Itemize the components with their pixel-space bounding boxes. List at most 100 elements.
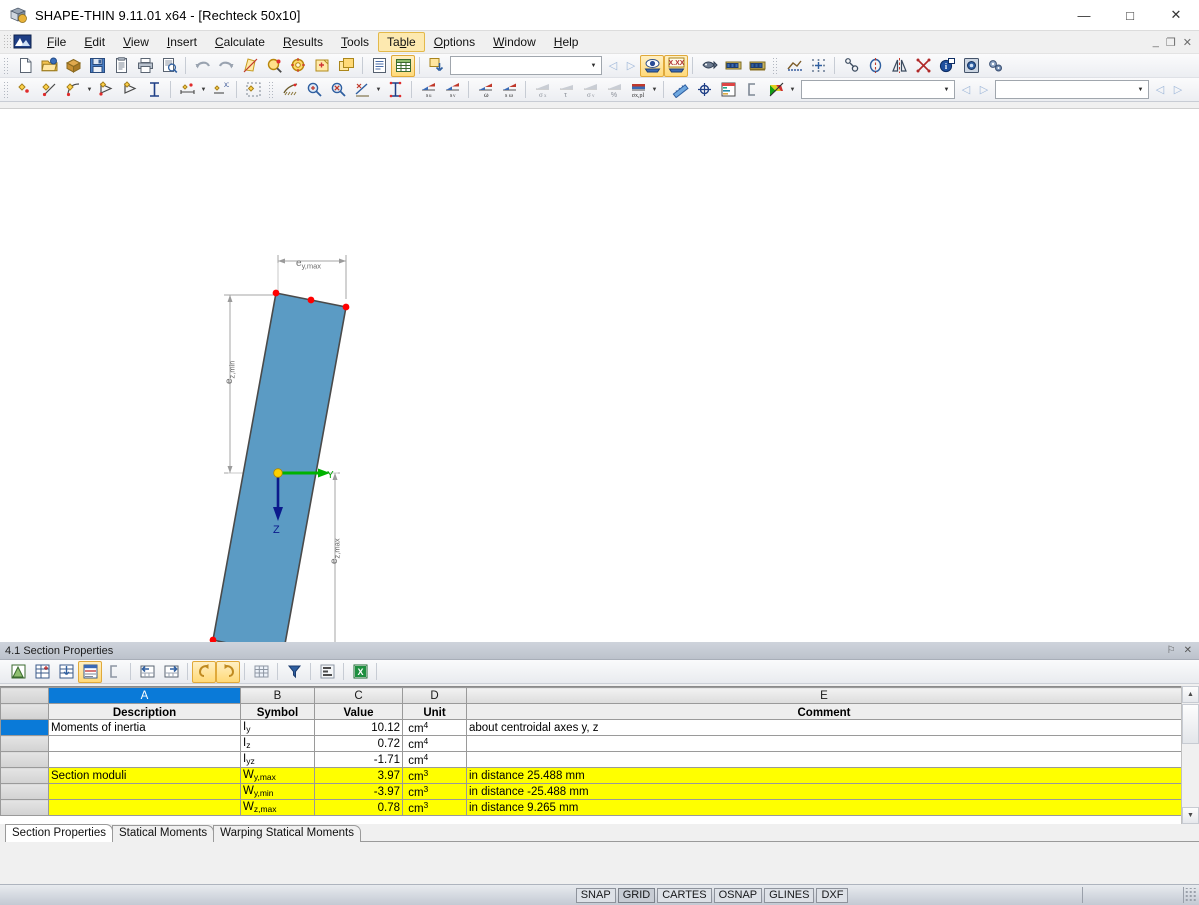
dimension-icon[interactable] <box>175 79 199 101</box>
arc-new-icon[interactable] <box>61 79 85 101</box>
pin-icon[interactable]: ⚐ <box>1167 645 1176 656</box>
menu-item-calculate[interactable]: Calculate <box>206 32 274 52</box>
gears-icon[interactable] <box>983 55 1007 77</box>
render-icon[interactable] <box>721 55 745 77</box>
column-header-d[interactable]: D <box>403 688 467 704</box>
bracket-icon[interactable] <box>740 79 764 101</box>
toolbar-combo-1[interactable]: ▼ <box>450 56 602 75</box>
cell-symbol[interactable]: Iyz <box>241 752 315 768</box>
status-snap[interactable]: SNAP <box>576 888 616 903</box>
cell-value[interactable]: 3.97 <box>315 768 403 784</box>
measure-icon[interactable] <box>383 79 407 101</box>
cell-unit[interactable]: cm3 <box>403 768 467 784</box>
mdi-close-button[interactable]: ✕ <box>1183 36 1192 49</box>
cell-comment[interactable]: in distance 9.265 mm <box>467 800 1182 816</box>
open-project-icon[interactable] <box>61 55 85 77</box>
chevron-down-icon[interactable]: ▼ <box>788 80 797 100</box>
prev-button[interactable]: ◁ <box>957 80 975 100</box>
ruler-icon[interactable] <box>668 79 692 101</box>
cell-description[interactable] <box>49 736 241 752</box>
section-edit-icon[interactable] <box>238 55 262 77</box>
print-preview-list-icon[interactable] <box>109 55 133 77</box>
sv-stress-icon[interactable]: sv <box>440 79 464 101</box>
cell-symbol[interactable]: Wz,max <box>241 800 315 816</box>
mdi-restore-button[interactable]: ❐ <box>1166 36 1176 49</box>
toolbar-grip[interactable] <box>268 81 275 99</box>
menu-grip[interactable] <box>3 34 11 50</box>
grid-view-icon[interactable] <box>249 661 273 683</box>
cell-symbol[interactable]: Wy,max <box>241 768 315 784</box>
mirror-axis-icon[interactable] <box>887 55 911 77</box>
scroll-up-button[interactable]: ▲ <box>1182 686 1199 703</box>
grid-vertical-scrollbar[interactable]: ▲ ▼ <box>1181 686 1199 824</box>
panel-close-icon[interactable]: ✕ <box>1184 645 1192 656</box>
next-button[interactable]: ▷ <box>1169 80 1187 100</box>
table-row[interactable]: Section moduliWy,max3.97 cm3 in distance… <box>1 768 1182 784</box>
cell-unit[interactable]: cm3 <box>403 784 467 800</box>
cell-comment[interactable]: in distance 25.488 mm <box>467 768 1182 784</box>
properties-grid[interactable]: A B C D E Description Symbol Value Unit … <box>0 686 1199 824</box>
cell-unit[interactable]: cm3 <box>403 800 467 816</box>
next-button[interactable]: ▷ <box>975 80 993 100</box>
cell-value[interactable]: 0.72 <box>315 736 403 752</box>
menu-item-file[interactable]: File <box>38 32 75 52</box>
corner-cell[interactable] <box>1 688 49 704</box>
toolbar-combo-3[interactable]: ▼ <box>995 80 1149 99</box>
prev-button[interactable]: ◁ <box>1151 80 1169 100</box>
tab-section-properties[interactable]: Section Properties <box>5 824 113 842</box>
document-icon[interactable] <box>13 34 32 50</box>
menu-item-tools[interactable]: Tools <box>332 32 378 52</box>
color-palette-icon[interactable] <box>764 79 788 101</box>
row-header-3[interactable] <box>1 752 49 768</box>
status-dxf[interactable]: DXF <box>816 888 848 903</box>
s-omega-icon[interactable]: sω <box>497 79 521 101</box>
zoom-in-icon[interactable] <box>302 79 326 101</box>
save-icon[interactable] <box>85 55 109 77</box>
cell-description[interactable]: Section moduli <box>49 768 241 784</box>
menu-item-view[interactable]: View <box>114 32 158 52</box>
sigma-xpl-icon[interactable]: σx,pl <box>626 79 650 101</box>
cell-value[interactable]: -1.71 <box>315 752 403 768</box>
target-icon[interactable] <box>692 79 716 101</box>
cell-unit[interactable]: cm4 <box>403 736 467 752</box>
table-row[interactable]: Iyz-1.71 cm4 <box>1 752 1182 768</box>
cell-description[interactable] <box>49 800 241 816</box>
su-stress-icon[interactable]: su <box>416 79 440 101</box>
render2-icon[interactable] <box>745 55 769 77</box>
status-osnap[interactable]: OSNAP <box>714 888 763 903</box>
sigma-x-icon[interactable]: σx <box>530 79 554 101</box>
menu-item-help[interactable]: Help <box>545 32 588 52</box>
toolbar-grip[interactable] <box>772 57 779 75</box>
import-icon[interactable] <box>424 55 448 77</box>
edit-table-icon[interactable] <box>6 661 30 683</box>
menu-item-insert[interactable]: Insert <box>158 32 206 52</box>
zoom-out-icon[interactable] <box>326 79 350 101</box>
cell-symbol[interactable]: Iz <box>241 736 315 752</box>
maximize-button[interactable]: □ <box>1107 0 1153 30</box>
status-glines[interactable]: GLINES <box>764 888 814 903</box>
tau-icon[interactable]: τ <box>554 79 578 101</box>
chevron-down-icon[interactable]: ▼ <box>1133 82 1148 97</box>
table-row[interactable]: Wz,max0.78 cm3 in distance 9.265 mm <box>1 800 1182 816</box>
cell-description[interactable] <box>49 784 241 800</box>
table-colors-icon[interactable] <box>78 661 102 683</box>
menu-item-results[interactable]: Results <box>274 32 332 52</box>
column-header-b[interactable]: B <box>241 688 315 704</box>
drawing-canvas[interactable]: Y Z ey,max ez,min ez,max ey,min <box>0 108 1199 643</box>
snap-grid-icon[interactable] <box>806 55 830 77</box>
fish-icon[interactable] <box>697 55 721 77</box>
cell-unit[interactable]: cm4 <box>403 752 467 768</box>
undo-icon[interactable] <box>190 55 214 77</box>
table-color-icon[interactable] <box>716 79 740 101</box>
zoom-node-icon[interactable] <box>262 55 286 77</box>
zoom-fit-icon[interactable] <box>350 79 374 101</box>
row-header-4[interactable] <box>1 768 49 784</box>
chevron-down-icon[interactable]: ▼ <box>650 80 659 100</box>
menu-item-table[interactable]: Table <box>378 32 425 52</box>
menu-item-options[interactable]: Options <box>425 32 484 52</box>
print-preview-icon[interactable] <box>157 55 181 77</box>
redo-icon[interactable] <box>214 55 238 77</box>
undo-table-icon[interactable] <box>192 661 216 683</box>
print-icon[interactable] <box>133 55 157 77</box>
node-new-icon[interactable] <box>13 79 37 101</box>
